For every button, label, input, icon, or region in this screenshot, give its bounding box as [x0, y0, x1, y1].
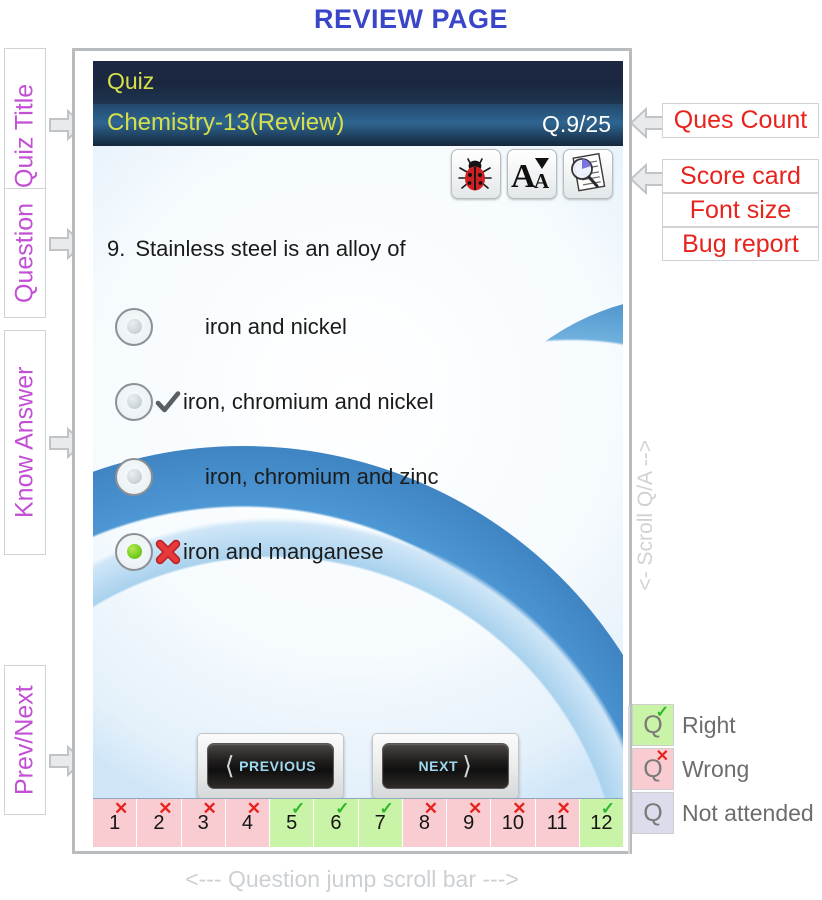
cross-icon: ✕	[655, 748, 669, 765]
annotation-know-answer: Know Answer	[4, 330, 46, 555]
status-legend: Q ✓ Right Q ✕ Wrong Q Not attended	[632, 704, 822, 836]
annotation-prev-next-label: Prev/Next	[10, 685, 39, 795]
jump-cell[interactable]: 5 ✓	[270, 799, 315, 847]
option-row[interactable]: iron and manganese	[115, 514, 615, 589]
jump-cell[interactable]: 9 ✕	[447, 799, 492, 847]
legend-label: Right	[682, 711, 736, 738]
radio-button-icon-selected[interactable]	[115, 532, 153, 571]
phone-frame: Quiz Chemistry-13(Review) Q.9/25 A A 9. …	[72, 48, 632, 854]
question-number: 9.	[107, 236, 126, 261]
font-size-icon[interactable]: A A	[507, 149, 557, 199]
jump-cell[interactable]: 1 ✕	[93, 799, 138, 847]
question-text-row: 9. Stainless steel is an alloy of	[107, 236, 607, 262]
scroll-qa-hint: <- Scroll Q/A -->	[634, 440, 657, 591]
jump-cell[interactable]: 11 ✕	[535, 799, 580, 847]
previous-button-label: PREVIOUS	[239, 758, 317, 774]
option-label: iron and manganese	[183, 538, 384, 564]
cross-icon: ✕	[114, 799, 129, 818]
wrong-answer-cross-icon	[153, 539, 183, 565]
jump-cell[interactable]: 12 ✓	[579, 799, 623, 847]
annotation-ques-count: Ques Count	[662, 103, 819, 138]
option-row[interactable]: iron, chromium and zinc	[115, 439, 615, 514]
jump-cell[interactable]: 10 ✕	[491, 799, 536, 847]
jump-cell[interactable]: 8 ✕	[402, 799, 447, 847]
annotation-quiz-title-label: Quiz Title	[10, 83, 39, 188]
subject-bar: Chemistry-13(Review) Q.9/25	[93, 104, 623, 146]
annotation-arrow-ques-count	[629, 106, 665, 140]
check-icon: ✓	[335, 799, 350, 818]
option-row[interactable]: iron, chromium and nickel	[115, 364, 615, 439]
quiz-app-screen: Quiz Chemistry-13(Review) Q.9/25 A A 9. …	[93, 61, 623, 847]
app-name: Quiz	[107, 68, 155, 94]
legend-label: Not attended	[682, 799, 814, 826]
legend-label: Wrong	[682, 755, 750, 782]
annotation-bug-report-label: Bug report	[682, 229, 799, 258]
jump-cell[interactable]: 3 ✕	[181, 799, 226, 847]
jump-cell[interactable]: 2 ✕	[137, 799, 182, 847]
check-icon: ✓	[291, 799, 306, 818]
next-button-label: NEXT	[418, 758, 459, 774]
svg-text:A: A	[534, 169, 550, 193]
cross-icon: ✕	[158, 799, 173, 818]
cross-icon: ✕	[202, 799, 217, 818]
page-title: REVIEW PAGE	[313, 4, 509, 34]
jump-bar-caption: <--- Question jump scroll bar --->	[185, 866, 519, 892]
previous-button[interactable]: ⟨ PREVIOUS	[197, 733, 344, 799]
legend-row: Q Not attended	[632, 792, 822, 834]
svg-text:A: A	[511, 158, 536, 195]
annotation-font-size-label: Font size	[689, 195, 792, 224]
navigation-buttons: ⟨ PREVIOUS NEXT ⟩	[93, 733, 623, 799]
radio-button-icon[interactable]	[115, 307, 153, 346]
subject-title: Chemistry-13(Review)	[107, 109, 345, 136]
legend-swatch: Q ✕	[632, 748, 674, 790]
legend-row: Q ✕ Wrong	[632, 748, 822, 790]
radio-button-icon[interactable]	[115, 457, 153, 496]
annotation-prev-next: Prev/Next	[4, 665, 46, 815]
chevron-right-icon: ⟩	[462, 751, 473, 780]
correct-answer-check-icon	[153, 389, 183, 415]
legend-swatch: Q ✓	[632, 704, 674, 746]
question-jump-scroll-bar[interactable]: 1 ✕ 2 ✕ 3 ✕ 4 ✕ 5 ✓ 6 ✓ 7 ✓ 8 ✕ 9 ✕ 10 ✕ 11 ✕ 12 ✓	[93, 798, 623, 847]
jump-cell[interactable]: 6 ✓	[314, 799, 359, 847]
annotation-arrow-toolbar	[629, 162, 665, 196]
cross-icon: ✕	[246, 799, 261, 818]
jump-cell[interactable]: 4 ✕	[225, 799, 270, 847]
legend-symbol: Q	[643, 798, 663, 827]
option-label: iron, chromium and zinc	[205, 463, 439, 489]
option-row[interactable]: iron and nickel	[115, 289, 615, 364]
legend-row: Q ✓ Right	[632, 704, 822, 746]
option-label: iron and nickel	[205, 313, 347, 339]
annotation-score-card: Score card	[662, 159, 819, 193]
annotation-know-answer-label: Know Answer	[10, 366, 39, 519]
annotation-question-label: Question	[10, 202, 39, 304]
annotation-question: Question	[4, 188, 46, 318]
next-button[interactable]: NEXT ⟩	[372, 733, 519, 799]
question-counter: Q.9/25	[541, 111, 611, 137]
legend-swatch: Q	[632, 792, 674, 834]
check-icon: ✓	[600, 799, 615, 818]
check-icon: ✓	[655, 704, 669, 721]
cross-icon: ✕	[556, 799, 571, 818]
annotation-font-size: Font size	[662, 193, 819, 227]
jump-cell[interactable]: 7 ✓	[358, 799, 403, 847]
question-text: Stainless steel is an alloy of	[135, 236, 406, 261]
toolbar: A A	[451, 149, 613, 199]
score-card-icon[interactable]	[563, 149, 613, 199]
legend-divider	[628, 706, 630, 854]
app-title-bar: Quiz	[93, 61, 623, 104]
cross-icon: ✕	[468, 799, 483, 818]
check-icon: ✓	[379, 799, 394, 818]
options-list: iron and nickel iron, chromium and nicke…	[115, 289, 615, 589]
chevron-left-icon: ⟨	[224, 751, 236, 780]
bug-report-icon[interactable]	[451, 149, 501, 199]
annotation-bug-report: Bug report	[662, 227, 819, 261]
cross-icon: ✕	[512, 799, 527, 818]
option-label: iron, chromium and nickel	[183, 388, 434, 414]
annotation-ques-count-label: Ques Count	[673, 106, 808, 134]
radio-button-icon[interactable]	[115, 382, 153, 421]
annotation-score-card-label: Score card	[680, 161, 801, 190]
cross-icon: ✕	[423, 799, 438, 818]
